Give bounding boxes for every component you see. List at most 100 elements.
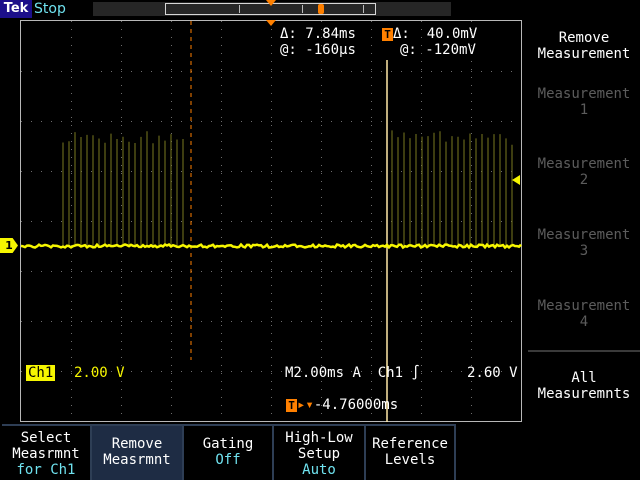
grid-dot (421, 293, 422, 294)
grid-dot (221, 397, 222, 398)
grid-dot (221, 181, 222, 182)
grid-dot (121, 271, 122, 272)
cursor-at-volt-readout: @: -120mV (400, 42, 476, 58)
grid-dot (161, 71, 162, 72)
grid-dot (201, 321, 202, 322)
grid-dot (221, 157, 222, 158)
grid-dot (221, 133, 222, 134)
grid-dot (221, 271, 222, 272)
grid-dot (321, 293, 322, 294)
grid-dot (71, 93, 72, 94)
grid-dot (71, 349, 72, 350)
grid-dot (421, 413, 422, 414)
grid-dot (221, 125, 222, 126)
select-measurement-button[interactable]: Select Measrmnt for Ch1 (2, 424, 92, 480)
grid-dot (211, 171, 212, 172)
grid-dot (331, 121, 332, 122)
grid-dot (71, 413, 72, 414)
grid-dot (501, 321, 502, 322)
grid-dot (131, 171, 132, 172)
grid-dot (351, 121, 352, 122)
grid-dot (221, 205, 222, 206)
grid-dot (171, 121, 172, 122)
grid-dot (271, 173, 272, 174)
grid-dot (271, 271, 272, 272)
grid-dot (371, 21, 372, 22)
grid-dot (71, 213, 72, 214)
reference-levels-button[interactable]: Reference Levels (366, 424, 456, 480)
grid-dot (371, 237, 372, 238)
grid-dot (111, 271, 112, 272)
grid-dot (421, 109, 422, 110)
grid-dot (321, 271, 322, 272)
grid-dot (321, 237, 322, 238)
grid-dot (171, 261, 172, 262)
grid-dot (271, 149, 272, 150)
grid-dot (421, 397, 422, 398)
grid-dot (71, 61, 72, 62)
grid-dot (341, 221, 342, 222)
grid-dot (501, 121, 502, 122)
grid-dot (221, 109, 222, 110)
grid-dot (231, 271, 232, 272)
grid-dot (71, 21, 72, 22)
remove-measurement-3-button[interactable]: Measurement 3 (528, 227, 640, 297)
grid-dot (371, 389, 372, 390)
grid-dot (271, 317, 272, 318)
grid-dot (271, 269, 272, 270)
grid-dot (221, 333, 222, 334)
trigger-level-marker-icon (512, 175, 520, 185)
grid-dot (441, 271, 442, 272)
remove-measurement-button[interactable]: Remove Measrmnt (92, 424, 184, 480)
grid-dot (171, 317, 172, 318)
grid-dot (121, 133, 122, 134)
grid-dot (381, 171, 382, 172)
grid-dot (271, 71, 272, 72)
grid-dot (121, 325, 122, 326)
grid-dot (491, 271, 492, 272)
grid-dot (101, 321, 102, 322)
grid-dot (271, 357, 272, 358)
grid-dot (371, 309, 372, 310)
grid-dot (321, 321, 322, 322)
grid-dot (71, 317, 72, 318)
grid-dot (151, 371, 152, 372)
grid-dot (311, 71, 312, 72)
grid-dot (371, 69, 372, 70)
trigger-t-icon: T (286, 399, 297, 412)
grid-dot (51, 171, 52, 172)
grid-dot (421, 125, 422, 126)
grid-dot (21, 321, 22, 322)
grid-dot (471, 117, 472, 118)
remove-measurement-2-button[interactable]: Measurement 2 (528, 156, 640, 226)
grid-dot (121, 301, 122, 302)
grid-dot (271, 277, 272, 278)
grid-dot (171, 405, 172, 406)
grid-dot (321, 221, 322, 222)
cursor-at-time-readout: @: -160µs (280, 42, 356, 58)
ch1-scale: 2.00 V (74, 365, 125, 381)
grid-dot (311, 321, 312, 322)
grid-dot (321, 21, 322, 22)
remove-all-measurements-button[interactable]: All Measuremnts (528, 350, 640, 422)
grid-dot (321, 85, 322, 86)
high-low-setup-button[interactable]: High-Low Setup Auto (274, 424, 366, 480)
grid-dot (121, 117, 122, 118)
grid-dot (401, 171, 402, 172)
grid-dot (321, 205, 322, 206)
remove-measurement-1-button[interactable]: Measurement 1 (528, 86, 640, 156)
grid-dot (371, 213, 372, 214)
grid-dot (271, 413, 272, 414)
grid-dot (111, 121, 112, 122)
gating-button[interactable]: Gating Off (184, 424, 274, 480)
grid-dot (431, 221, 432, 222)
grid-dot (401, 121, 402, 122)
grid-dot (421, 321, 422, 322)
trigger-t-icon: T (382, 28, 393, 41)
grid-dot (221, 277, 222, 278)
grid-dot (21, 221, 22, 222)
grid-dot (351, 321, 352, 322)
grid-dot (271, 389, 272, 390)
grid-dot (61, 171, 62, 172)
grid-dot (371, 29, 372, 30)
